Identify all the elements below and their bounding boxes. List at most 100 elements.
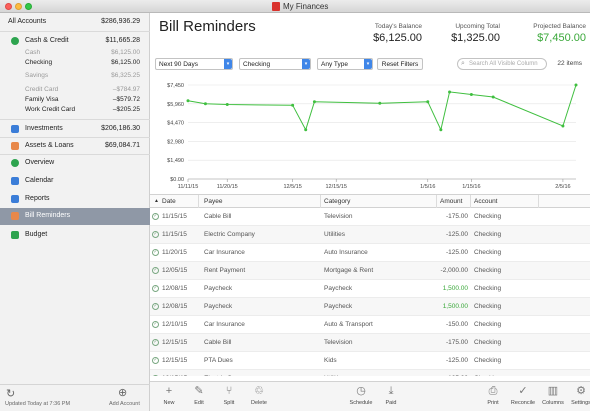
- reminder-status-icon[interactable]: ✓: [152, 357, 159, 364]
- account-label: Work Credit Card: [25, 106, 76, 113]
- pencil-icon: ✎: [194, 385, 204, 397]
- reminder-status-icon[interactable]: ✓: [152, 375, 159, 376]
- account-value: –$205.25: [112, 106, 140, 113]
- balance-point[interactable]: [312, 100, 316, 104]
- account-value: $6,125.00: [111, 59, 140, 66]
- calendar-icon: [11, 177, 19, 185]
- balance-point[interactable]: [561, 124, 565, 128]
- balance-point[interactable]: [225, 103, 229, 107]
- table-row[interactable]: ✓ 11/15/15 Cable Bill Television -175.00 Chec…: [150, 208, 590, 226]
- window-title: My Finances: [283, 2, 329, 11]
- balance-point[interactable]: [426, 100, 430, 104]
- table-row[interactable]: ✓ 12/10/15 Car Insurance Auto & Transport -1…: [150, 316, 590, 334]
- table-row[interactable]: ✓ 12/05/15 Rent Payment Mortgage & Rent -2,0…: [150, 262, 590, 280]
- edit-button[interactable]: ✎ Edit: [184, 384, 214, 406]
- add-account-button[interactable]: Add Account: [109, 401, 140, 407]
- cell-date: 12/15/15: [162, 339, 188, 346]
- table-row[interactable]: ✓ 12/15/15 Cable Bill Television -175.00 Chec…: [150, 334, 590, 352]
- table-row[interactable]: ✓ 11/20/15 Car Insurance Auto Insurance -125…: [150, 244, 590, 262]
- x-tick-label: 1/5/16: [420, 184, 435, 190]
- reconcile-button[interactable]: ✓ Reconcile: [508, 384, 538, 406]
- sidebar-item-all-accounts[interactable]: All Accounts $286,936.29: [0, 15, 150, 29]
- cell-category: Paycheck: [324, 285, 353, 292]
- settings-button[interactable]: ⚙ Settings: [566, 384, 590, 406]
- type-select[interactable]: Any Type ▾: [317, 58, 373, 70]
- minimize-window-button[interactable]: [15, 3, 22, 10]
- sidebar-item-investments[interactable]: Investments $206,186.30: [0, 122, 150, 136]
- sidebar-item-assets-loans[interactable]: Assets & Loans $69,084.71: [0, 139, 150, 153]
- table-row[interactable]: ✓ 12/15/15 PTA Dues Kids -125.00 Checking: [150, 352, 590, 370]
- split-button[interactable]: ⑂ Split: [214, 384, 244, 406]
- divider: [0, 137, 150, 138]
- sidebar-account-savings[interactable]: Savings $6,325.25: [0, 71, 150, 81]
- reminder-status-icon[interactable]: ✓: [152, 303, 159, 310]
- kpi-upcoming-total: Upcoming Total $1,325.00: [451, 23, 500, 44]
- sidebar-item-calendar[interactable]: Calendar: [0, 174, 150, 188]
- reminder-status-icon[interactable]: ✓: [152, 231, 159, 238]
- divider: [0, 154, 150, 155]
- column-header-payee[interactable]: Payee: [204, 198, 222, 205]
- sidebar-item-label: Assets & Loans: [25, 142, 74, 149]
- reset-filters-button[interactable]: Reset Filters: [377, 58, 423, 70]
- reminder-status-icon[interactable]: ✓: [152, 285, 159, 292]
- paid-button[interactable]: ⤓ Paid: [376, 384, 406, 406]
- new-button[interactable]: + New: [154, 384, 184, 406]
- close-window-button[interactable]: [5, 3, 12, 10]
- balance-point[interactable]: [203, 102, 207, 106]
- balance-point[interactable]: [574, 83, 578, 87]
- cell-date: 12/08/15: [162, 303, 188, 310]
- cell-category: Utilities: [324, 375, 345, 376]
- cell-payee: Car Insurance: [204, 249, 245, 256]
- reminder-status-icon[interactable]: ✓: [152, 339, 159, 346]
- sidebar-account-work-credit-card[interactable]: Work Credit Card –$205.25: [0, 105, 150, 115]
- sidebar-account-family-visa[interactable]: Family Visa –$579.72: [0, 95, 150, 105]
- balance-point[interactable]: [448, 90, 452, 94]
- balance-point[interactable]: [469, 92, 473, 96]
- kpi-value: $7,450.00: [537, 32, 586, 44]
- reminder-status-icon[interactable]: ✓: [152, 213, 159, 220]
- account-select[interactable]: Checking ▾: [239, 58, 311, 70]
- sidebar-item-value: $206,186.30: [101, 125, 140, 132]
- column-header-account[interactable]: Account: [474, 198, 498, 205]
- sidebar-item-cash-credit[interactable]: Cash & Credit $11,665.28: [0, 34, 150, 48]
- table-row[interactable]: ✓ 12/08/15 Paycheck Paycheck 1,500.00 Checkin…: [150, 280, 590, 298]
- clock-icon: ◷: [356, 385, 366, 397]
- table-row[interactable]: ✓12/15/15 Electric Company Utilities -125.0…: [150, 370, 590, 376]
- schedule-button[interactable]: ◷ Schedule: [346, 384, 376, 406]
- table-row[interactable]: ✓ 12/08/15 Paycheck Paycheck 1,500.00 Checkin…: [150, 298, 590, 316]
- reminder-status-icon[interactable]: ✓: [152, 267, 159, 274]
- delete-button[interactable]: ♲ Delete: [244, 384, 274, 406]
- column-header-amount[interactable]: Amount: [440, 198, 462, 205]
- zoom-window-button[interactable]: [25, 3, 32, 10]
- sidebar-item-reports[interactable]: Reports: [0, 192, 150, 206]
- balance-point[interactable]: [491, 95, 495, 99]
- cell-account: Checking: [474, 357, 502, 364]
- sidebar-account-credit-card[interactable]: Credit Card –$784.97: [0, 85, 150, 95]
- y-tick-label: $0.00: [170, 177, 184, 183]
- search-input[interactable]: ⌕ Search All Visible Column: [457, 58, 547, 70]
- sidebar-item-bill-reminders[interactable]: Bill Reminders: [0, 208, 150, 225]
- reminder-status-icon[interactable]: ✓: [152, 321, 159, 328]
- sidebar-item-overview[interactable]: Overview: [0, 156, 150, 170]
- balance-point[interactable]: [378, 101, 382, 105]
- balance-point[interactable]: [186, 99, 190, 103]
- balance-point[interactable]: [439, 128, 443, 132]
- reminder-status-icon[interactable]: ✓: [152, 249, 159, 256]
- balance-point[interactable]: [304, 128, 308, 132]
- column-header-date[interactable]: Date: [162, 198, 176, 205]
- balance-point[interactable]: [291, 103, 295, 107]
- refresh-icon[interactable]: ↻: [6, 387, 15, 400]
- period-select[interactable]: Next 90 Days ▾: [155, 58, 233, 70]
- sidebar-account-cash[interactable]: Cash $6,125.00: [0, 48, 150, 58]
- add-account-icon[interactable]: ⊕: [118, 386, 127, 399]
- columns-button[interactable]: ▥ Columns: [538, 384, 568, 406]
- sidebar-account-checking[interactable]: Checking $6,125.00: [0, 58, 150, 68]
- cell-account: Checking: [474, 339, 502, 346]
- column-header-category[interactable]: Category: [324, 198, 350, 205]
- kpi-label: Today's Balance: [374, 23, 422, 30]
- print-button[interactable]: ⎙ Print: [478, 384, 508, 406]
- sidebar-item-budget[interactable]: Budget: [0, 228, 150, 242]
- cell-account: Checking: [474, 375, 501, 376]
- x-tick-label: 12/5/15: [283, 184, 301, 190]
- table-row[interactable]: ✓ 11/15/15 Electric Company Utilities -125.0…: [150, 226, 590, 244]
